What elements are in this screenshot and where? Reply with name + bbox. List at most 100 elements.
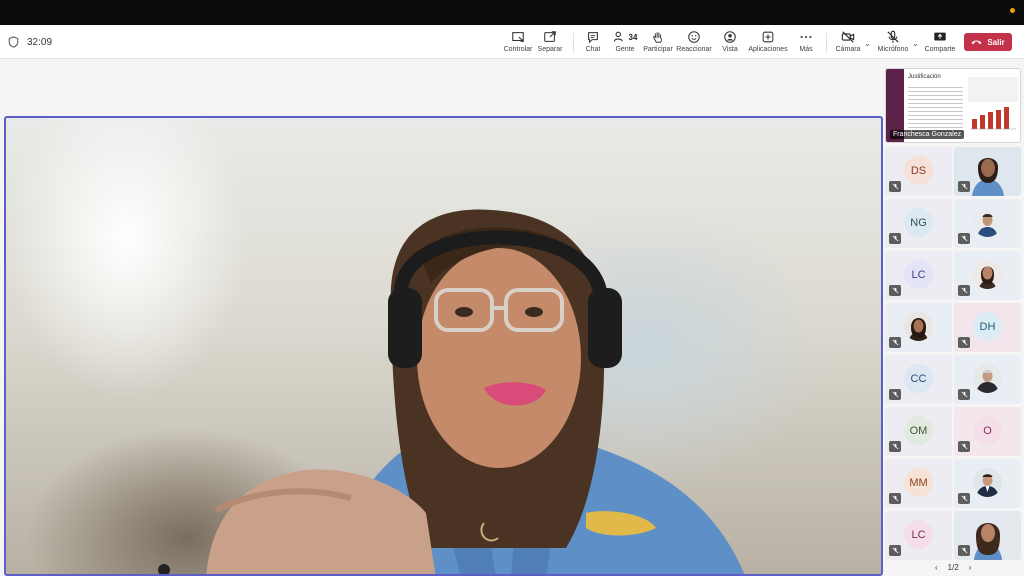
people-button[interactable]: 34 Gente <box>612 29 638 57</box>
shared-screen-thumbnail[interactable]: Justificación Franchesca Gonzalez <box>885 68 1021 143</box>
shield-icon <box>8 36 19 48</box>
timer-text: 32:09 <box>27 36 53 48</box>
view-button[interactable]: Vista <box>720 29 740 57</box>
pop-out-button[interactable]: Separar <box>537 29 563 57</box>
people-count: 34 <box>628 32 638 42</box>
mic-muted-icon <box>958 545 970 556</box>
share-button[interactable]: Comparte <box>924 29 956 57</box>
toolbar-divider <box>826 33 827 53</box>
mic-muted-icon <box>889 389 901 400</box>
mic-muted-icon <box>889 233 901 244</box>
slide-text-block <box>908 87 963 132</box>
more-button[interactable]: Más <box>797 29 815 57</box>
slide-title: Justificación <box>908 74 941 80</box>
participant-photo <box>973 468 1002 497</box>
apps-label: Aplicaciones <box>748 46 788 53</box>
participant-tile-9[interactable] <box>954 355 1021 404</box>
avatar-initials: OM <box>904 416 933 445</box>
leave-label: Salir <box>987 37 1005 47</box>
chat-label: Chat <box>585 46 601 53</box>
camera-chevron-down-icon[interactable]: ⌄ <box>864 39 871 48</box>
chat-button[interactable]: Chat <box>583 29 603 57</box>
mic-muted-icon <box>889 441 901 452</box>
avatar-initials: MM <box>904 468 933 497</box>
main-video-feed[interactable] <box>4 116 883 576</box>
avatar-initials: O <box>973 416 1002 445</box>
slide-chart-image <box>968 77 1018 130</box>
avatar-initials: DH <box>973 312 1002 341</box>
people-icon <box>613 31 623 42</box>
avatar-initials: LC <box>904 260 933 289</box>
participant-tile-11[interactable]: O <box>954 407 1021 456</box>
control-label: Controlar <box>503 46 533 53</box>
participant-photo <box>973 260 1002 289</box>
participant-tile-0[interactable]: DS <box>885 147 952 196</box>
next-page-chevron-icon[interactable]: › <box>969 563 972 572</box>
participant-tile-4[interactable]: LC <box>885 251 952 300</box>
emoji-icon <box>688 31 700 43</box>
participant-photo <box>904 312 933 341</box>
raise-hand-label: Participar <box>643 46 673 53</box>
share-label: Comparte <box>924 46 956 53</box>
react-label: Reaccionar <box>676 46 712 53</box>
participant-tile-8[interactable]: CC <box>885 355 952 404</box>
participant-tile-15[interactable] <box>954 511 1021 560</box>
apps-button[interactable]: Aplicaciones <box>748 29 788 57</box>
hand-icon <box>653 32 662 43</box>
mic-muted-icon <box>958 493 970 504</box>
participant-tile-3[interactable] <box>954 199 1021 248</box>
top-bar <box>0 0 1024 25</box>
status-dot <box>1010 8 1015 13</box>
mic-muted-icon <box>889 285 901 296</box>
camera-off-icon <box>841 31 855 43</box>
pop-out-icon <box>544 31 556 42</box>
control-icon <box>512 32 524 42</box>
microphone-button[interactable]: Micrófono <box>876 29 910 57</box>
participant-tile-7[interactable]: DH <box>954 303 1021 352</box>
toolbar-divider <box>573 33 574 53</box>
participant-tile-5[interactable] <box>954 251 1021 300</box>
mic-muted-icon <box>889 337 901 348</box>
meeting-toolbar: 32:09 Controlar Separar Chat 34 Gente Pa… <box>0 25 1024 59</box>
gallery-pager: ‹ 1/2 › <box>935 563 971 572</box>
mic-muted-icon <box>958 441 970 452</box>
mic-muted-icon <box>958 389 970 400</box>
previous-page-chevron-icon[interactable]: ‹ <box>935 563 938 572</box>
mic-muted-icon <box>889 545 901 556</box>
react-button[interactable]: Reaccionar <box>676 29 712 57</box>
participant-tile-6[interactable] <box>885 303 952 352</box>
chat-icon <box>588 32 598 44</box>
microphone-chevron-down-icon[interactable]: ⌄ <box>912 39 919 48</box>
phone-hangup-icon <box>971 40 982 45</box>
share-screen-icon <box>934 32 946 41</box>
people-label: Gente <box>615 46 635 53</box>
leave-button[interactable]: Salir <box>964 33 1012 51</box>
camera-button[interactable]: Cámara <box>834 29 862 57</box>
mic-muted-icon <box>889 493 901 504</box>
mic-off-icon <box>887 30 899 43</box>
mic-muted-icon <box>958 181 970 192</box>
pop-out-label: Separar <box>537 46 563 53</box>
more-label: Más <box>799 46 813 53</box>
camera-label: Cámara <box>835 46 861 53</box>
participant-tile-2[interactable]: NG <box>885 199 952 248</box>
control-button[interactable]: Controlar <box>503 29 533 57</box>
participant-tile-14[interactable]: LC <box>885 511 952 560</box>
raise-hand-button[interactable]: Participar <box>643 29 673 57</box>
more-icon <box>800 35 812 39</box>
add-apps-icon <box>762 31 774 43</box>
participants-gallery: Justificación Franchesca Gonzalez DS NG … <box>884 66 1024 576</box>
mic-muted-icon <box>958 233 970 244</box>
participant-tile-12[interactable]: MM <box>885 459 952 508</box>
microphone-label: Micrófono <box>877 46 909 53</box>
participant-tile-10[interactable]: OM <box>885 407 952 456</box>
avatar-initials: CC <box>904 364 933 393</box>
participant-photo <box>973 364 1002 393</box>
mic-muted-icon <box>958 337 970 348</box>
mic-muted-icon <box>889 181 901 192</box>
participant-photo <box>973 208 1002 237</box>
speaker-video-image <box>158 209 745 574</box>
view-icon <box>724 31 736 43</box>
participant-tile-13[interactable] <box>954 459 1021 508</box>
participant-tile-1[interactable] <box>954 147 1021 196</box>
